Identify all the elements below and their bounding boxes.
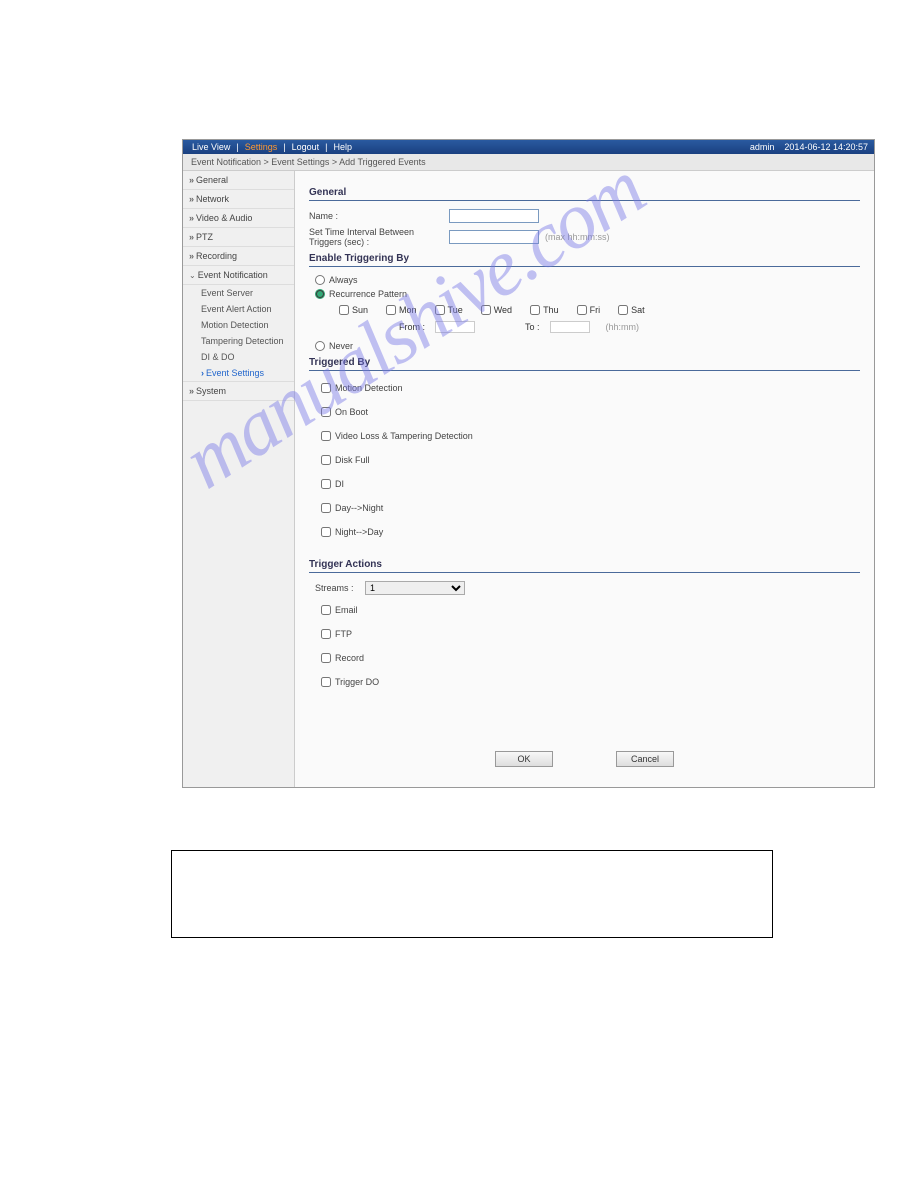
sidebar-sub-motion-detection[interactable]: Motion Detection (183, 317, 294, 333)
content-panel: General Name : Set Time Interval Between… (295, 171, 874, 787)
tb-label: Day-->Night (335, 503, 383, 513)
radio-always-label: Always (329, 275, 358, 285)
day-label: Fri (590, 305, 601, 315)
datetime-label: 2014-06-12 14:20:57 (784, 142, 868, 152)
day-label: Sat (631, 305, 645, 315)
day-label: Tue (448, 305, 463, 315)
sidebar-item-network[interactable]: Network (183, 190, 294, 209)
to-input[interactable] (550, 321, 590, 333)
check-day-night[interactable] (321, 503, 331, 513)
tb-label: DI (335, 479, 344, 489)
separator: | (280, 142, 288, 152)
check-motion-detection[interactable] (321, 383, 331, 393)
separator: | (322, 142, 330, 152)
check-tue[interactable] (435, 305, 445, 315)
radio-never[interactable] (315, 341, 325, 351)
day-label: Mon (399, 305, 417, 315)
sidebar-item-recording[interactable]: Recording (183, 247, 294, 266)
tb-label: Night-->Day (335, 527, 383, 537)
name-label: Name : (309, 211, 449, 221)
section-enable-title: Enable Triggering By (309, 253, 860, 267)
radio-never-label: Never (329, 341, 353, 351)
check-di[interactable] (321, 479, 331, 489)
separator: | (233, 142, 241, 152)
sidebar-sub-di-do[interactable]: DI & DO (183, 349, 294, 365)
nav-settings[interactable]: Settings (242, 142, 281, 152)
day-label: Wed (494, 305, 512, 315)
streams-select[interactable]: 1 (365, 581, 465, 595)
topbar: Live View | Settings | Logout | Help adm… (183, 140, 874, 154)
radio-recurrence[interactable] (315, 289, 325, 299)
check-fri[interactable] (577, 305, 587, 315)
check-sat[interactable] (618, 305, 628, 315)
sidebar-sub-tampering-detection[interactable]: Tampering Detection (183, 333, 294, 349)
app-window: Live View | Settings | Logout | Help adm… (182, 139, 875, 788)
sidebar-item-event-notification[interactable]: Event Notification (183, 266, 294, 285)
ok-button[interactable]: OK (495, 751, 553, 767)
from-label: From : (399, 322, 425, 332)
sidebar-item-ptz[interactable]: PTZ (183, 228, 294, 247)
name-input[interactable] (449, 209, 539, 223)
check-record[interactable] (321, 653, 331, 663)
sidebar-item-system[interactable]: System (183, 381, 294, 401)
to-label: To : (525, 322, 540, 332)
check-wed[interactable] (481, 305, 491, 315)
check-email[interactable] (321, 605, 331, 615)
sidebar: General Network Video & Audio PTZ Record… (183, 171, 295, 787)
tb-label: Video Loss & Tampering Detection (335, 431, 473, 441)
nav-logout[interactable]: Logout (289, 142, 323, 152)
tb-label: Disk Full (335, 455, 370, 465)
empty-box (171, 850, 773, 938)
tb-label: Motion Detection (335, 383, 403, 393)
nav-help[interactable]: Help (330, 142, 355, 152)
check-trigger-do[interactable] (321, 677, 331, 687)
tb-label: On Boot (335, 407, 368, 417)
section-trigger-actions-title: Trigger Actions (309, 559, 860, 573)
ta-label: FTP (335, 629, 352, 639)
section-general-title: General (309, 187, 860, 201)
check-disk-full[interactable] (321, 455, 331, 465)
check-on-boot[interactable] (321, 407, 331, 417)
check-thu[interactable] (530, 305, 540, 315)
day-label: Sun (352, 305, 368, 315)
radio-always[interactable] (315, 275, 325, 285)
section-triggered-by-title: Triggered By (309, 357, 860, 371)
check-sun[interactable] (339, 305, 349, 315)
day-label: Thu (543, 305, 559, 315)
sidebar-sub-event-alert-action[interactable]: Event Alert Action (183, 301, 294, 317)
days-row: Sun Mon Tue Wed Thu Fri Sat (339, 305, 860, 315)
nav-live-view[interactable]: Live View (189, 142, 233, 152)
ta-label: Email (335, 605, 358, 615)
check-mon[interactable] (386, 305, 396, 315)
interval-label: Set Time Interval Between Triggers (sec)… (309, 227, 449, 247)
time-hint: (hh:mm) (606, 322, 640, 332)
streams-label: Streams : (315, 583, 365, 593)
interval-input[interactable] (449, 230, 539, 244)
sidebar-item-video-audio[interactable]: Video & Audio (183, 209, 294, 228)
sidebar-item-general[interactable]: General (183, 171, 294, 190)
ta-label: Record (335, 653, 364, 663)
check-video-loss[interactable] (321, 431, 331, 441)
radio-recurrence-label: Recurrence Pattern (329, 289, 407, 299)
interval-hint: (max hh:mm:ss) (545, 232, 610, 242)
check-ftp[interactable] (321, 629, 331, 639)
user-label: admin (750, 142, 775, 152)
sidebar-sub-event-server[interactable]: Event Server (183, 285, 294, 301)
ta-label: Trigger DO (335, 677, 379, 687)
cancel-button[interactable]: Cancel (616, 751, 674, 767)
sidebar-sub-event-settings[interactable]: Event Settings (183, 365, 294, 381)
breadcrumb: Event Notification > Event Settings > Ad… (183, 154, 874, 171)
from-input[interactable] (435, 321, 475, 333)
check-night-day[interactable] (321, 527, 331, 537)
